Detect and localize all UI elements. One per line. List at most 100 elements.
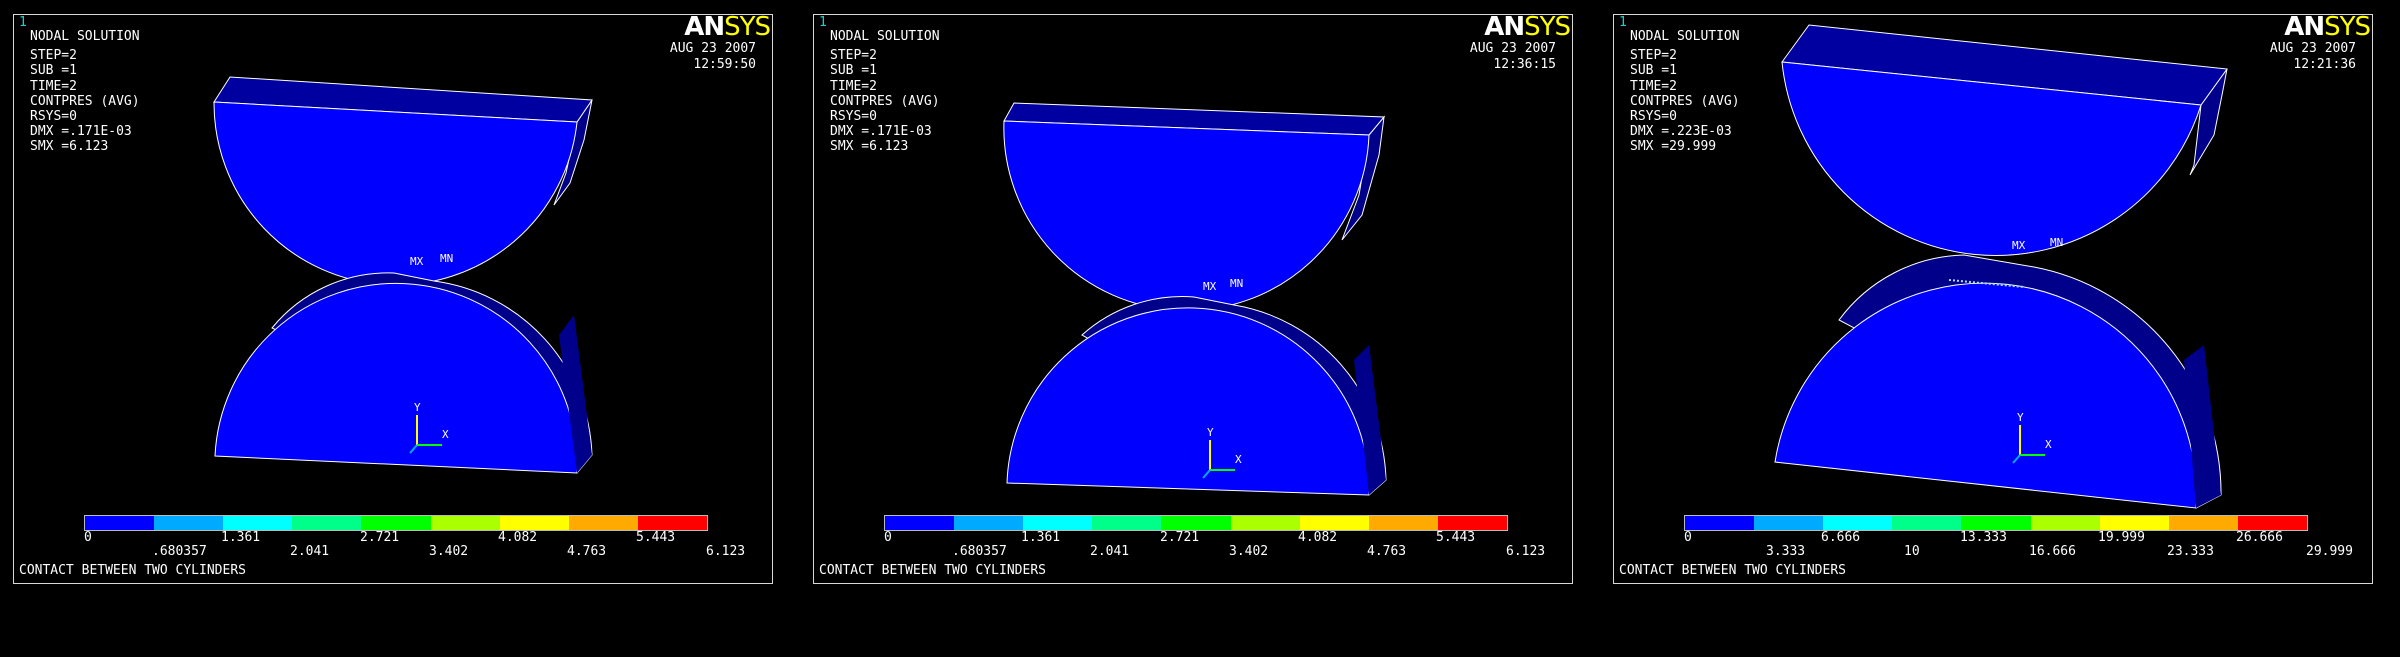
date-text: AUG 23 2007 <box>2269 41 2356 56</box>
axis-y-label: Y <box>1207 426 1214 439</box>
sub-text: SUB =1 <box>30 63 77 79</box>
time-text: TIME=2 <box>830 78 877 94</box>
legend-band <box>499 516 569 530</box>
legend-label: 2.041 <box>1090 544 1130 559</box>
legend-label: 1.361 <box>221 530 261 545</box>
legend-band <box>2099 516 2169 530</box>
time-text: TIME=2 <box>1630 78 1677 94</box>
title-text: NODAL SOLUTION <box>830 29 940 44</box>
smx-text: SMX =6.123 <box>30 139 109 155</box>
plot-caption: CONTACT BETWEEN TWO CYLINDERS <box>19 563 246 578</box>
legend-label: 0 <box>84 530 92 545</box>
legend-label: 26.666 <box>2236 530 2283 545</box>
legend-label: .680357 <box>152 544 207 559</box>
legend-label: 19.999 <box>2098 530 2145 545</box>
ansys-logo: ANSYS <box>2284 14 2371 42</box>
contour-legend-bar <box>1684 515 2308 531</box>
legend-label: 0 <box>884 530 892 545</box>
legend-band <box>1892 516 1962 530</box>
legend-label: 4.763 <box>1367 544 1407 559</box>
legend-label: 6.123 <box>706 544 746 559</box>
legend-band <box>2030 516 2100 530</box>
smx-text: SMX =29.999 <box>1630 139 1717 155</box>
solution-info: NODAL SOLUTION STEP=2 SUB =1 TIME=2 CONT… <box>830 29 940 155</box>
plot-window-2[interactable]: 1 ANSYS NODAL SOLUTION STEP=2 SUB =1 TIM… <box>813 14 1573 584</box>
legend-band <box>1161 516 1231 530</box>
mn-marker: MN <box>1230 277 1244 290</box>
legend-band <box>223 516 293 530</box>
timestamp: AUG 23 2007 12:36:15 <box>1470 41 1556 73</box>
quantity-text: CONTPRES (AVG) <box>830 93 940 109</box>
plot-window-3[interactable]: 1 ANSYS NODAL SOLUTION STEP=2 SUB =1 TIM… <box>1613 14 2373 584</box>
legend-band <box>2237 516 2307 530</box>
sub-text: SUB =1 <box>1630 63 1677 79</box>
legend-band <box>430 516 500 530</box>
rsys-text: RSYS=0 <box>1630 109 1677 125</box>
legend-label: 0 <box>1684 530 1692 545</box>
legend-label: 13.333 <box>1960 530 2007 545</box>
ansys-logo: ANSYS <box>1484 14 1571 42</box>
date-text: AUG 23 2007 <box>669 41 756 56</box>
legend-label: 6.666 <box>1821 530 1861 545</box>
solution-info: NODAL SOLUTION STEP=2 SUB =1 TIME=2 CONT… <box>1630 29 1740 155</box>
legend-label: 3.402 <box>1229 544 1269 559</box>
legend-band <box>85 516 155 530</box>
legend-band <box>885 516 955 530</box>
plot-caption: CONTACT BETWEEN TWO CYLINDERS <box>1619 563 1846 578</box>
legend-label: 5.443 <box>1436 530 1476 545</box>
time-text: TIME=2 <box>30 78 77 94</box>
mx-marker: MX <box>2012 239 2026 252</box>
legend-band <box>1230 516 1300 530</box>
mn-marker: MN <box>2050 236 2064 249</box>
legend-band <box>361 516 431 530</box>
clock-text: 12:36:15 <box>1493 57 1556 72</box>
legend-label: 4.763 <box>567 544 607 559</box>
axis-x-label: X <box>442 428 449 441</box>
timestamp: AUG 23 2007 12:21:36 <box>2270 41 2356 73</box>
date-text: AUG 23 2007 <box>1469 41 1556 56</box>
contour-legend-bar <box>84 515 708 531</box>
dmx-text: DMX =.171E-03 <box>30 124 132 140</box>
legend-label: 3.333 <box>1766 544 1806 559</box>
window-number: 1 <box>819 15 827 30</box>
plot-caption: CONTACT BETWEEN TWO CYLINDERS <box>819 563 1046 578</box>
legend-label: 5.443 <box>636 530 676 545</box>
contour-legend-bar <box>884 515 1508 531</box>
legend-label: 1.361 <box>1021 530 1061 545</box>
axis-y-label: Y <box>414 401 421 414</box>
legend-band <box>1368 516 1438 530</box>
legend-label: 2.721 <box>1160 530 1200 545</box>
mn-marker: MN <box>440 252 454 265</box>
legend-band <box>1754 516 1824 530</box>
dmx-text: DMX =.223E-03 <box>1630 124 1732 140</box>
quantity-text: CONTPRES (AVG) <box>1630 93 1740 109</box>
legend-label: 2.041 <box>290 544 330 559</box>
rsys-text: RSYS=0 <box>830 109 877 125</box>
legend-band <box>292 516 362 530</box>
legend-band <box>637 516 707 530</box>
window-number: 1 <box>19 15 27 30</box>
mx-marker: MX <box>410 255 424 268</box>
dmx-text: DMX =.171E-03 <box>830 124 932 140</box>
legend-label: .680357 <box>952 544 1007 559</box>
clock-text: 12:21:36 <box>2293 57 2356 72</box>
quantity-text: CONTPRES (AVG) <box>30 93 140 109</box>
step-text: STEP=2 <box>30 48 77 64</box>
legend-band <box>1299 516 1369 530</box>
title-text: NODAL SOLUTION <box>1630 29 1740 44</box>
legend-label: 2.721 <box>360 530 400 545</box>
title-text: NODAL SOLUTION <box>30 29 140 44</box>
plot-window-1[interactable]: 1 ANSYS NODAL SOLUTION STEP=2 SUB =1 TIM… <box>13 14 773 584</box>
window-number: 1 <box>1619 15 1627 30</box>
legend-band <box>1823 516 1893 530</box>
legend-label: 4.082 <box>1298 530 1338 545</box>
legend-band <box>954 516 1024 530</box>
rsys-text: RSYS=0 <box>30 109 77 125</box>
legend-band <box>1092 516 1162 530</box>
legend-label: 10 <box>1904 544 1920 559</box>
axis-x-label: X <box>2045 438 2052 451</box>
legend-band <box>568 516 638 530</box>
legend-band <box>1023 516 1093 530</box>
axis-y-label: Y <box>2017 411 2024 424</box>
axis-x-label: X <box>1235 453 1242 466</box>
